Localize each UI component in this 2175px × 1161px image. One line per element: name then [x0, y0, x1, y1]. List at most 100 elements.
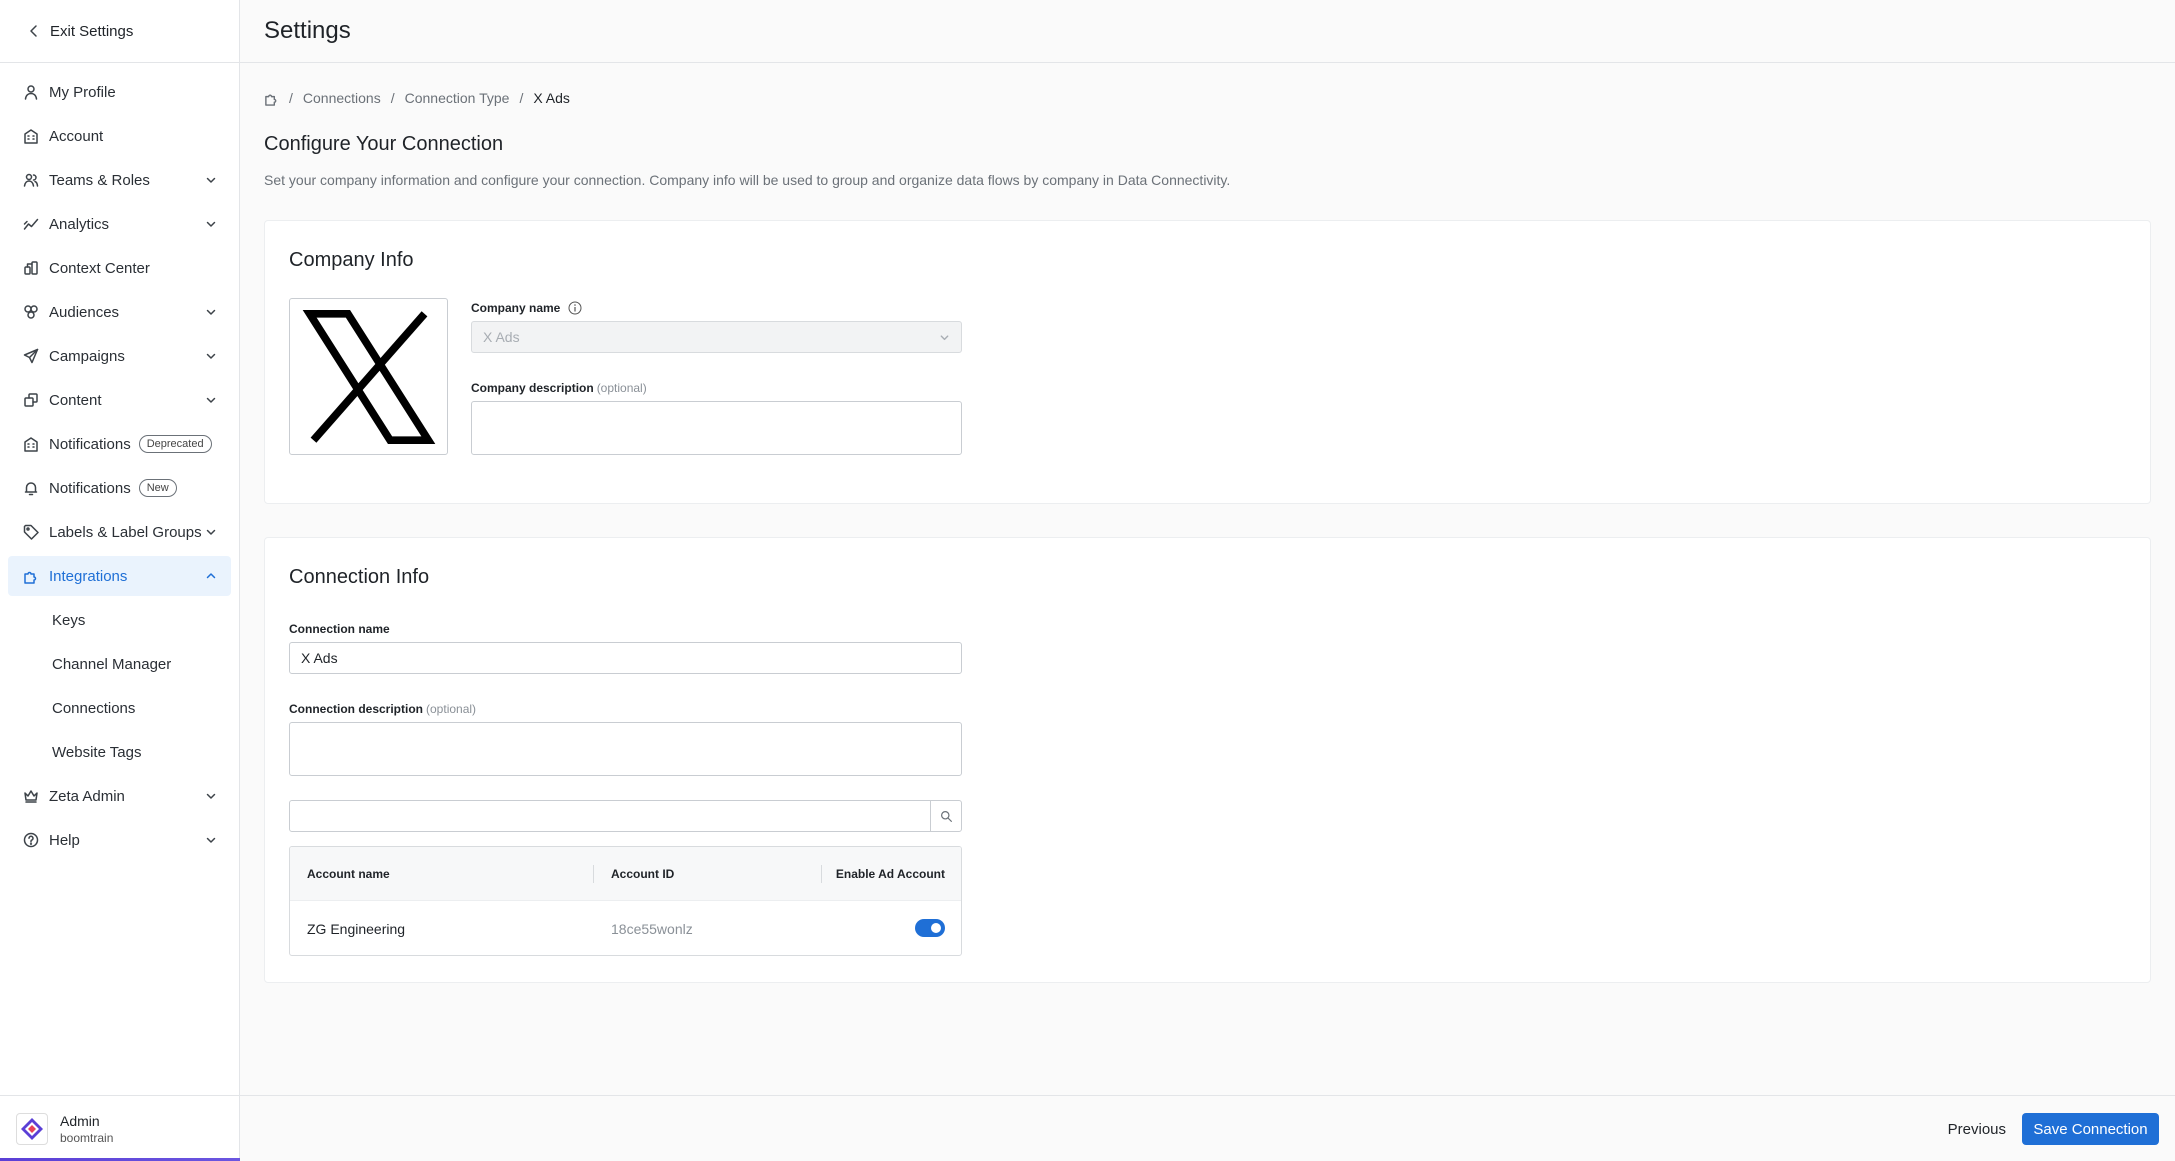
page-header: Settings — [240, 0, 2175, 63]
sidebar-item-content[interactable]: Content — [8, 380, 231, 420]
sidebar-item-label: Audiences — [49, 303, 120, 321]
new-badge: New — [138, 479, 177, 497]
chevron-left-icon — [30, 25, 37, 37]
search-icon — [940, 810, 952, 822]
sidebar-item-label: Account — [49, 127, 104, 145]
puzzle-icon[interactable] — [264, 91, 279, 106]
tag-icon — [23, 524, 39, 540]
sidebar-item-analytics[interactable]: Analytics — [8, 204, 231, 244]
enable-ad-account-toggle[interactable] — [915, 919, 945, 937]
sidebar-item-label: Campaigns — [49, 347, 125, 365]
search-button[interactable] — [930, 800, 962, 832]
chevron-down-icon — [206, 221, 216, 227]
column-divider — [821, 865, 822, 883]
sidebar-item-zeta-admin[interactable]: Zeta Admin — [8, 776, 231, 816]
chevron-down-icon — [940, 334, 949, 340]
sidebar-item-help[interactable]: Help — [8, 820, 231, 860]
bell-icon — [23, 480, 39, 496]
content-icon — [23, 392, 39, 408]
sidebar-subitem-keys[interactable]: Keys — [8, 600, 231, 640]
sidebar-item-labels[interactable]: Labels & Label Groups — [8, 512, 231, 552]
chevron-down-icon — [206, 309, 216, 315]
sidebar-item-integrations[interactable]: Integrations — [8, 556, 231, 596]
save-connection-button[interactable]: Save Connection — [2022, 1113, 2159, 1145]
column-header-enable[interactable]: Enable Ad Account — [836, 867, 945, 881]
send-icon — [23, 348, 39, 364]
info-icon[interactable] — [568, 301, 582, 315]
breadcrumb-current: X Ads — [533, 90, 570, 106]
account-name-cell: ZG Engineering — [307, 920, 406, 937]
company-description-field[interactable] — [471, 401, 962, 455]
connection-info-title: Connection Info — [289, 566, 430, 588]
sidebar-item-label: Notifications — [49, 479, 131, 497]
sidebar-item-teams-roles[interactable]: Teams & Roles — [8, 160, 231, 200]
sidebar-subitem-connections[interactable]: Connections — [8, 688, 231, 728]
company-description-label: Company description (optional) — [471, 381, 647, 395]
sidebar-item-label: Content — [49, 391, 102, 409]
sidebar-item-my-profile[interactable]: My Profile — [8, 72, 231, 112]
sidebar-item-context-center[interactable]: Context Center — [8, 248, 231, 288]
profile-org: boomtrain — [60, 1130, 114, 1145]
toggle-knob — [929, 921, 943, 935]
sidebar-item-label: Context Center — [49, 259, 150, 277]
building-icon — [23, 128, 39, 144]
chevron-down-icon — [206, 397, 216, 403]
audiences-icon — [23, 304, 39, 320]
column-header-account-id[interactable]: Account ID — [611, 867, 674, 881]
avatar — [16, 1112, 48, 1145]
sidebar-item-label: Integrations — [49, 567, 128, 585]
exit-settings-button[interactable]: Exit Settings — [0, 0, 239, 63]
breadcrumb-separator: / — [390, 90, 395, 106]
context-icon — [23, 260, 39, 276]
main-content: / Connections / Connection Type / X Ads … — [240, 64, 2175, 1095]
sidebar-subitem-website-tags[interactable]: Website Tags — [8, 732, 231, 772]
analytics-icon — [23, 216, 39, 232]
company-name-value: X Ads — [483, 329, 520, 345]
accounts-table: Account name Account ID Enable Ad Accoun… — [289, 846, 962, 956]
sidebar-item-label: Notifications — [49, 435, 131, 453]
page-title: Settings — [264, 17, 351, 44]
sidebar-item-label: My Profile — [49, 83, 116, 101]
breadcrumb-connection-type[interactable]: Connection Type — [405, 90, 510, 106]
sidebar-subitem-channel-manager[interactable]: Channel Manager — [8, 644, 231, 684]
connection-description-label: Connection description (optional) — [289, 702, 477, 716]
team-icon — [23, 172, 39, 188]
company-name-label: Company name — [471, 301, 582, 315]
sidebar-item-label: Zeta Admin — [49, 787, 125, 805]
puzzle-icon — [23, 568, 39, 584]
sidebar-item-label: Teams & Roles — [49, 171, 150, 189]
user-profile[interactable]: Admin boomtrain — [0, 1095, 240, 1161]
connection-description-field[interactable] — [289, 722, 962, 776]
building-icon — [23, 436, 39, 452]
brand-logo-icon — [21, 1117, 43, 1140]
help-icon — [23, 832, 39, 848]
previous-button[interactable]: Previous — [1934, 1113, 2020, 1145]
profile-name: Admin — [60, 1112, 100, 1129]
sidebar-item-label: Analytics — [49, 215, 110, 233]
column-header-account-name[interactable]: Account name — [307, 867, 390, 881]
sidebar-item-label: Labels & Label Groups — [49, 523, 202, 541]
chevron-down-icon — [206, 837, 216, 843]
chevron-up-icon — [206, 573, 216, 579]
x-logo-icon — [302, 309, 435, 444]
sidebar-item-audiences[interactable]: Audiences — [8, 292, 231, 332]
deprecated-badge: Deprecated — [138, 435, 212, 453]
connection-name-field[interactable]: X Ads — [289, 642, 962, 674]
company-info-title: Company Info — [289, 249, 414, 271]
sidebar-item-notifications-new[interactable]: Notifications New — [8, 468, 231, 508]
section-subtitle: Set your company information and configu… — [264, 172, 1231, 188]
sidebar-item-notifications-deprecated[interactable]: Notifications Deprecated — [8, 424, 231, 464]
account-search-input[interactable] — [289, 800, 931, 832]
chevron-down-icon — [206, 793, 216, 799]
company-name-select[interactable]: X Ads — [471, 321, 962, 353]
breadcrumb-connections[interactable]: Connections — [303, 90, 381, 106]
connection-info-card: Connection Info Connection name X Ads Co… — [264, 537, 2151, 983]
sidebar-item-account[interactable]: Account — [8, 116, 231, 156]
column-divider — [593, 865, 594, 883]
company-info-card: Company Info Company name X Ads Company … — [264, 220, 2151, 504]
connection-name-label: Connection name — [289, 622, 390, 636]
sidebar-item-campaigns[interactable]: Campaigns — [8, 336, 231, 376]
breadcrumb: / Connections / Connection Type / X Ads — [264, 90, 2151, 106]
breadcrumb-separator: / — [289, 90, 293, 106]
company-logo[interactable] — [289, 298, 448, 455]
